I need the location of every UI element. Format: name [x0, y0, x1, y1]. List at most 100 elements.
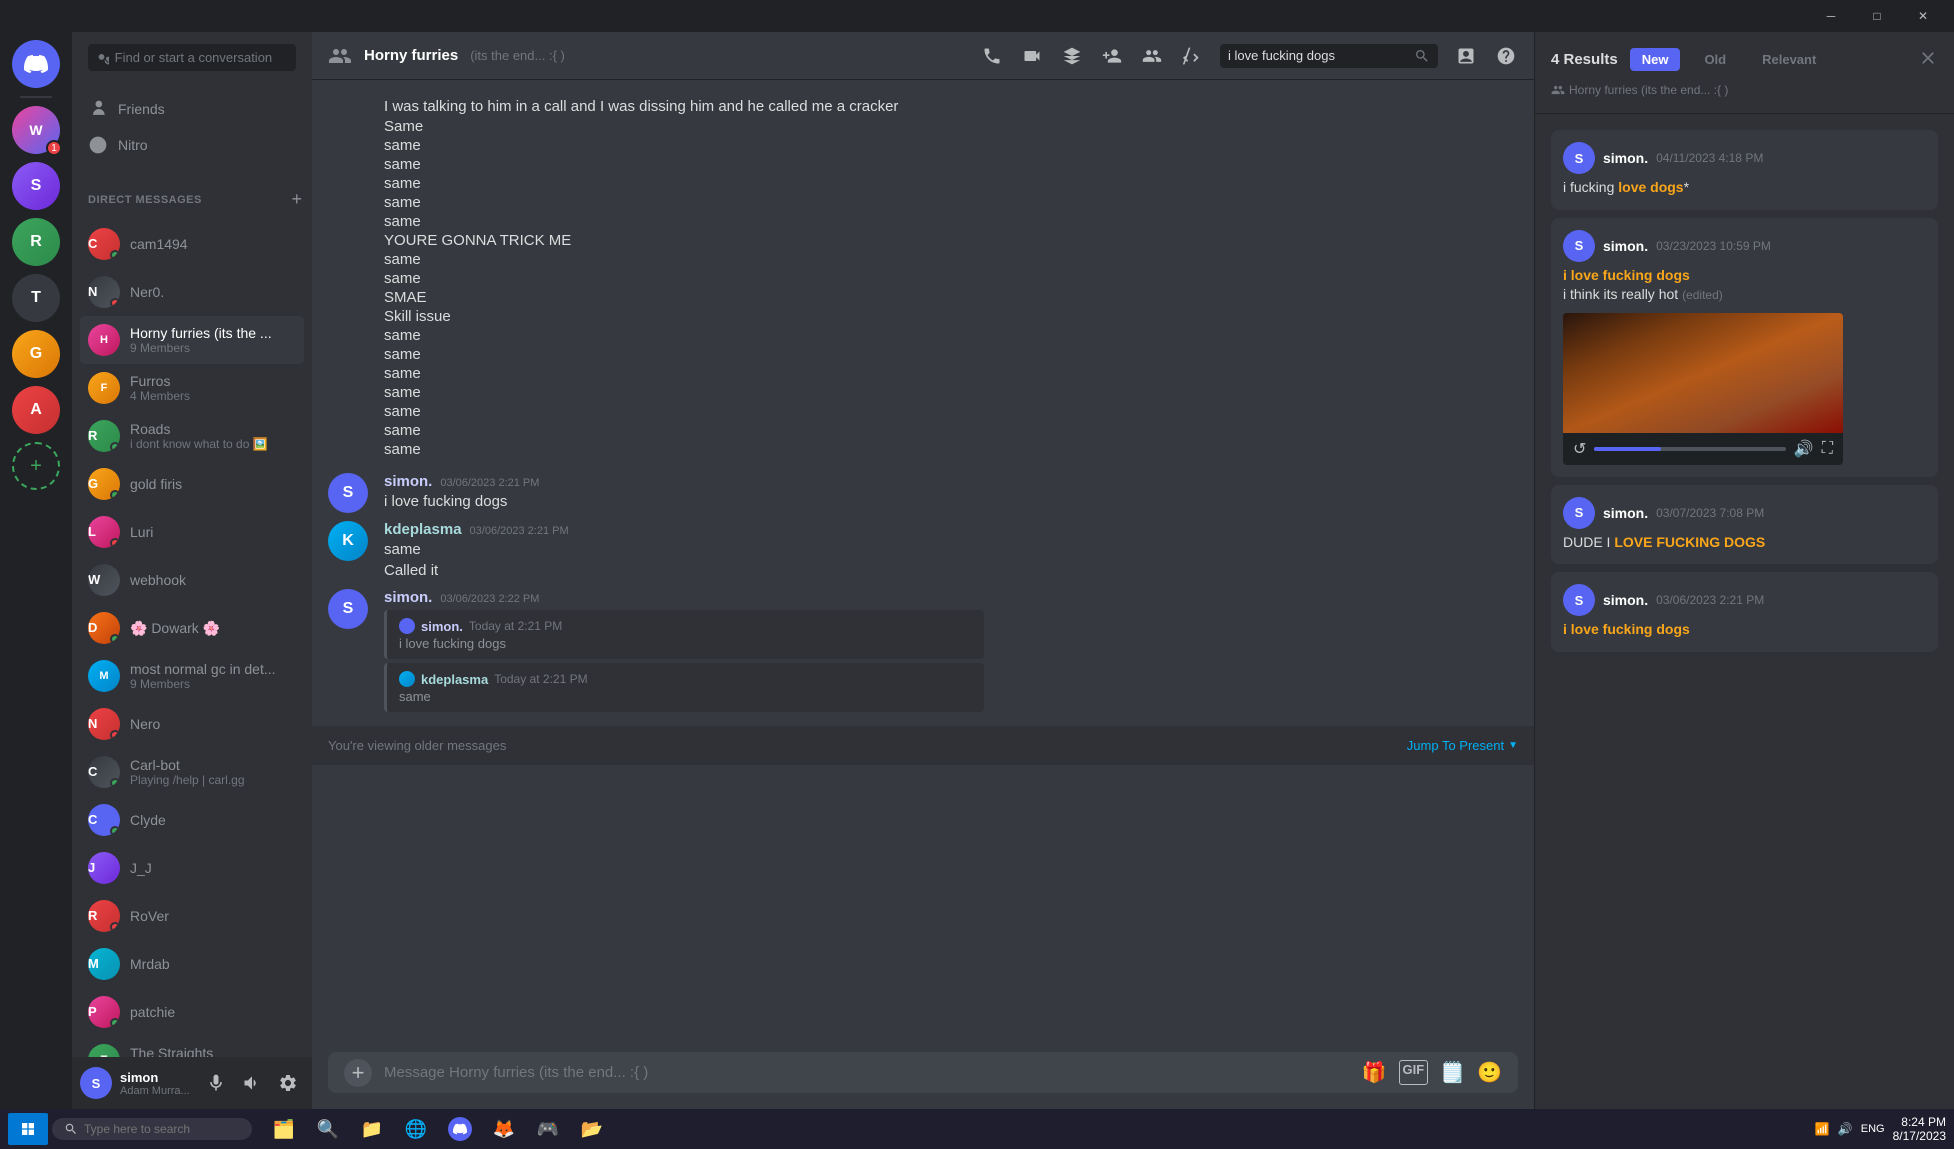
search-result-avatar-4: S	[1563, 584, 1595, 616]
minimize-button[interactable]: ─	[1808, 0, 1854, 32]
taskbar-app-firefox[interactable]: 🦊	[484, 1111, 524, 1147]
dm-avatar-the-straights: T	[88, 1044, 120, 1057]
message-continued-same15: same	[312, 440, 1534, 459]
message-input[interactable]	[384, 1052, 1350, 1093]
add-attachment-button[interactable]: +	[344, 1059, 372, 1087]
message-search-input[interactable]	[1228, 48, 1408, 63]
search-result-author-2: simon.	[1603, 238, 1648, 254]
dm-item-patchie[interactable]: P patchie	[80, 988, 304, 1036]
settings-button[interactable]	[272, 1067, 304, 1099]
message-avatar-simon: S	[328, 473, 368, 513]
server-icon-4[interactable]: T	[12, 274, 60, 322]
progress-fill	[1594, 447, 1661, 451]
slash-icon[interactable]	[1180, 44, 1204, 68]
dm-item-luri[interactable]: L Luri	[80, 508, 304, 556]
dm-item-most-normal[interactable]: M most normal gc in det... 9 Members	[80, 652, 304, 700]
sticker-icon[interactable]: 🗒️	[1440, 1060, 1465, 1085]
dm-info: Ner0.	[130, 284, 296, 300]
search-result-text-1: i fucking love dogs*	[1563, 178, 1926, 198]
add-member-icon[interactable]	[1100, 44, 1124, 68]
dm-item-the-straights[interactable]: T The Straights 4 Members	[80, 1036, 304, 1057]
close-button[interactable]: ✕	[1900, 0, 1946, 32]
taskbar-app-1[interactable]: 🗂️	[264, 1111, 304, 1147]
search-result-author-4: simon.	[1603, 592, 1648, 608]
taskbar-app-roblox[interactable]: 🎮	[528, 1111, 568, 1147]
taskbar-search[interactable]	[52, 1118, 252, 1140]
dm-list: C cam1494 N Ner0.	[72, 216, 312, 1057]
nitro-boost-icon[interactable]	[1060, 44, 1084, 68]
status-dot	[110, 1018, 120, 1028]
server-icon-5[interactable]: G	[12, 330, 60, 378]
emoji-icon[interactable]: 🙂	[1477, 1060, 1502, 1085]
video-icon[interactable]	[1020, 44, 1044, 68]
server-icon-1[interactable]: W 1	[12, 106, 60, 154]
message-timestamp: 03/06/2023 2:21 PM	[440, 477, 539, 489]
server-icon-3[interactable]: R	[12, 218, 60, 266]
status-dot	[110, 922, 120, 932]
mute-button[interactable]	[200, 1067, 232, 1099]
members-icon[interactable]	[1140, 44, 1164, 68]
dm-info: Furros 4 Members	[130, 373, 296, 403]
search-result-timestamp-1: 04/11/2023 4:18 PM	[1656, 151, 1763, 165]
jump-to-present-button[interactable]: Jump To Present ▼	[1407, 738, 1518, 753]
dm-name: The Straights	[130, 1045, 296, 1057]
dm-item-horny-furries[interactable]: H Horny furries (its the ... 9 Members	[80, 316, 304, 364]
taskbar-app-3[interactable]: 📁	[352, 1111, 392, 1147]
taskbar-search-input[interactable]	[84, 1122, 224, 1136]
dm-item-rover[interactable]: R RoVer	[80, 892, 304, 940]
taskbar-app-4[interactable]: 🌐	[396, 1111, 436, 1147]
help-icon[interactable]	[1494, 44, 1518, 68]
call-icon[interactable]	[980, 44, 1004, 68]
dm-item-webhook[interactable]: W webhook	[80, 556, 304, 604]
dm-item-roads[interactable]: R Roads i dont know what to do 🖼️	[80, 412, 304, 460]
dm-item-gold-firis[interactable]: G gold firis	[80, 460, 304, 508]
dm-item-nero[interactable]: N Nero	[80, 700, 304, 748]
replay-icon[interactable]: ↺	[1573, 439, 1586, 459]
taskbar-app-2[interactable]: 🔍	[308, 1111, 348, 1147]
dm-item-dowark[interactable]: D 🌸 Dowark 🌸	[80, 604, 304, 652]
quoted-message-2: kdeplasma Today at 2:21 PM same	[384, 663, 984, 712]
video-controls[interactable]: ↺ 🔊 ⛶	[1563, 433, 1843, 465]
search-input[interactable]	[115, 50, 288, 65]
filter-relevant-button[interactable]: Relevant	[1750, 48, 1828, 71]
add-dm-button[interactable]: +	[289, 187, 304, 212]
dm-item-ner0[interactable]: N Ner0.	[80, 268, 304, 316]
search-results-content: S simon. 04/11/2023 4:18 PM i fucking lo…	[1535, 114, 1954, 1109]
inbox-icon[interactable]	[1454, 44, 1478, 68]
progress-bar[interactable]	[1594, 447, 1785, 451]
search-bar[interactable]	[88, 44, 296, 71]
fullscreen-icon[interactable]: ⛶	[1822, 440, 1833, 458]
status-dot	[110, 778, 120, 788]
dm-item-mrdab[interactable]: M Mrdab	[80, 940, 304, 988]
taskbar-app-folder[interactable]: 📂	[572, 1111, 612, 1147]
server-icon-6[interactable]: A	[12, 386, 60, 434]
gift-icon[interactable]: 🎁	[1362, 1060, 1387, 1085]
nav-item-nitro[interactable]: Nitro	[80, 127, 304, 163]
filter-old-button[interactable]: Old	[1692, 48, 1738, 71]
filter-new-button[interactable]: New	[1630, 48, 1681, 71]
chevron-down-icon: ▼	[1508, 740, 1518, 751]
dm-item-j-j[interactable]: J J_J	[80, 844, 304, 892]
dm-item-clyde[interactable]: C Clyde	[80, 796, 304, 844]
volume-icon[interactable]: 🔊	[1794, 439, 1814, 459]
discord-home-button[interactable]	[12, 40, 60, 88]
maximize-button[interactable]: □	[1854, 0, 1900, 32]
close-search-button[interactable]	[1918, 48, 1938, 71]
message-continued-same14: same	[312, 421, 1534, 440]
channel-list: Friends Nitro DIRECT MESSAGES + C	[72, 32, 312, 1109]
message-author-kdeplasma: kdeplasma	[384, 521, 462, 538]
message-continued-same12: same	[312, 383, 1534, 402]
dm-item-carl-bot[interactable]: C Carl-bot Playing /help | carl.gg	[80, 748, 304, 796]
server-icon-7[interactable]: +	[12, 442, 60, 490]
taskbar-app-discord[interactable]	[440, 1111, 480, 1147]
dm-item-furros[interactable]: F Furros 4 Members	[80, 364, 304, 412]
nav-item-friends[interactable]: Friends	[80, 91, 304, 127]
status-dot	[110, 730, 120, 740]
start-button[interactable]	[8, 1113, 48, 1145]
search-header[interactable]	[1220, 44, 1438, 68]
server-icon-2[interactable]: S	[12, 162, 60, 210]
deafen-button[interactable]	[236, 1067, 268, 1099]
search-result-text-4: i love fucking dogs	[1563, 620, 1926, 640]
gif-icon[interactable]: GIF	[1399, 1060, 1429, 1085]
dm-item-cam1494[interactable]: C cam1494	[80, 220, 304, 268]
